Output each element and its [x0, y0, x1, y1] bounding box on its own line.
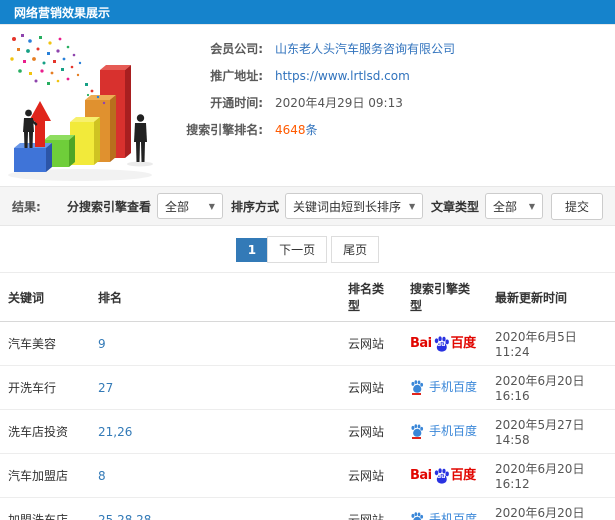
- sort-label: 排序方式: [230, 199, 279, 214]
- mobile-baidu-paw-icon: [410, 423, 424, 439]
- growth-chart-illustration: [8, 34, 153, 181]
- mobile-baidu-paw-icon: [410, 511, 424, 520]
- updated-time-cell: 2020年6月20日 16:11: [495, 506, 585, 520]
- rank-link[interactable]: 8: [98, 469, 106, 483]
- article-type-value: 全部: [492, 199, 517, 214]
- next-page-button[interactable]: 下一页: [267, 236, 328, 263]
- member-company-row: 会员公司: 山东老人头汽车服务咨询有限公司: [185, 35, 455, 62]
- engine-rank-label: 搜索引擎排名:: [186, 123, 263, 137]
- member-company-label: 会员公司:: [210, 42, 263, 56]
- engine-rank-row: 搜索引擎排名: 4648条: [185, 116, 455, 143]
- keyword-cell: 洗车店投资: [8, 425, 69, 439]
- member-company-link[interactable]: 山东老人头汽车服务咨询有限公司: [275, 40, 455, 57]
- col-engine-type: 搜索引擎类型: [402, 272, 487, 322]
- open-time-value: 2020年4月29日 09:13: [275, 96, 403, 110]
- mobile-baidu-paw-icon: [410, 379, 424, 395]
- article-type-label: 文章类型: [430, 199, 479, 214]
- table-row[interactable]: 汽车加盟店 8 云网站 Bai du 百度 2020年6月20日 16:12: [0, 453, 615, 498]
- baidu-paw-icon: du: [433, 335, 450, 352]
- engine-filter-value: 全部: [164, 199, 189, 214]
- bar-blue: [14, 143, 52, 172]
- mobile-baidu-logo: 手机百度: [410, 379, 477, 395]
- filter-bar: 结果: 分搜索引擎查看 全部 ▼ 排序方式 关键词由短到长排序 ▼ 文章类型 全…: [0, 186, 615, 226]
- sort-select[interactable]: 关键词由短到长排序 ▼: [284, 193, 423, 219]
- rank-link[interactable]: 9: [98, 337, 106, 351]
- rank-type-cell: 云网站: [348, 469, 385, 483]
- table-header-row: 关键词 排名 排名类型 搜索引擎类型 最新更新时间: [0, 272, 615, 322]
- open-time-row: 开通时间: 2020年4月29日 09:13: [185, 89, 455, 116]
- col-keyword: 关键词: [0, 272, 90, 322]
- page-title: 网络营销效果展示: [14, 5, 111, 20]
- promo-url-row: 推广地址: https://www.lrtlsd.com: [185, 62, 455, 89]
- chevron-down-icon: ▼: [408, 201, 416, 211]
- rank-type-cell: 云网站: [348, 425, 385, 439]
- updated-time-cell: 2020年6月20日 16:16: [495, 374, 585, 403]
- rank-link[interactable]: 27: [98, 381, 113, 395]
- page-1-button[interactable]: 1: [235, 237, 269, 262]
- promo-url-link[interactable]: https://www.lrtlsd.com: [275, 69, 410, 83]
- updated-time-cell: 2020年6月5日 11:24: [495, 330, 577, 359]
- member-info-panel: 会员公司: 山东老人头汽车服务咨询有限公司 推广地址: https://www.…: [185, 25, 455, 186]
- promo-url-label: 推广地址:: [210, 69, 263, 83]
- engine-filter-select[interactable]: 全部 ▼: [156, 193, 223, 219]
- submit-button[interactable]: 提交: [550, 192, 603, 220]
- chevron-down-icon: ▼: [208, 201, 215, 211]
- confetti: [10, 34, 106, 105]
- mobile-baidu-logo: 手机百度: [410, 423, 477, 439]
- top-section: 会员公司: 山东老人头汽车服务咨询有限公司 推广地址: https://www.…: [0, 25, 615, 186]
- engine-rank-count: 4648: [275, 123, 306, 137]
- rank-link[interactable]: 25,28,28: [98, 513, 151, 520]
- chevron-down-icon: ▼: [528, 201, 535, 211]
- keyword-cell: 开洗车行: [8, 381, 57, 395]
- col-updated: 最新更新时间: [487, 272, 615, 322]
- table-row[interactable]: 洗车店投资 21,26 云网站 Bai du 百度: [0, 409, 615, 454]
- col-rank-type: 排名类型: [340, 272, 402, 322]
- results-table: 关键词 排名 排名类型 搜索引擎类型 最新更新时间 汽车美容 9 云网站 Bai…: [0, 272, 615, 520]
- rank-type-cell: 云网站: [348, 513, 385, 520]
- baidu-logo: Bai du 百度: [410, 335, 476, 352]
- article-type-select[interactable]: 全部 ▼: [484, 193, 543, 219]
- keyword-cell: 汽车加盟店: [8, 469, 69, 483]
- baidu-logo: Bai du 百度: [410, 467, 476, 484]
- sort-value: 关键词由短到长排序: [292, 199, 401, 214]
- table-row[interactable]: 加盟洗车店 25,28,28 云网站 Bai du 百度: [0, 497, 615, 520]
- rank-type-cell: 云网站: [348, 381, 385, 395]
- rank-type-cell: 云网站: [348, 337, 385, 351]
- result-label: 结果:: [12, 199, 41, 214]
- title-bar: 网络营销效果展示: [0, 0, 615, 25]
- engine-view-label: 分搜索引擎查看: [66, 199, 151, 214]
- last-page-button[interactable]: 尾页: [331, 236, 380, 263]
- mobile-baidu-logo: 手机百度: [410, 511, 477, 520]
- keyword-cell: 汽车美容: [8, 337, 57, 351]
- baidu-paw-icon: du: [433, 467, 450, 484]
- open-time-label: 开通时间:: [210, 96, 263, 110]
- keyword-cell: 加盟洗车店: [8, 513, 69, 520]
- businessman-right: [134, 114, 147, 162]
- col-rank: 排名: [90, 272, 340, 322]
- updated-time-cell: 2020年5月27日 14:58: [495, 418, 585, 447]
- rank-link[interactable]: 21,26: [98, 425, 132, 439]
- table-row[interactable]: 汽车美容 9 云网站 Bai du 百度 2020年6月5日 11:24: [0, 321, 615, 366]
- pagination: 1 下一页 尾页: [0, 226, 615, 272]
- table-row[interactable]: 开洗车行 27 云网站 Bai du 百度: [0, 365, 615, 410]
- updated-time-cell: 2020年6月20日 16:12: [495, 462, 585, 491]
- engine-rank-unit: 条: [305, 123, 318, 137]
